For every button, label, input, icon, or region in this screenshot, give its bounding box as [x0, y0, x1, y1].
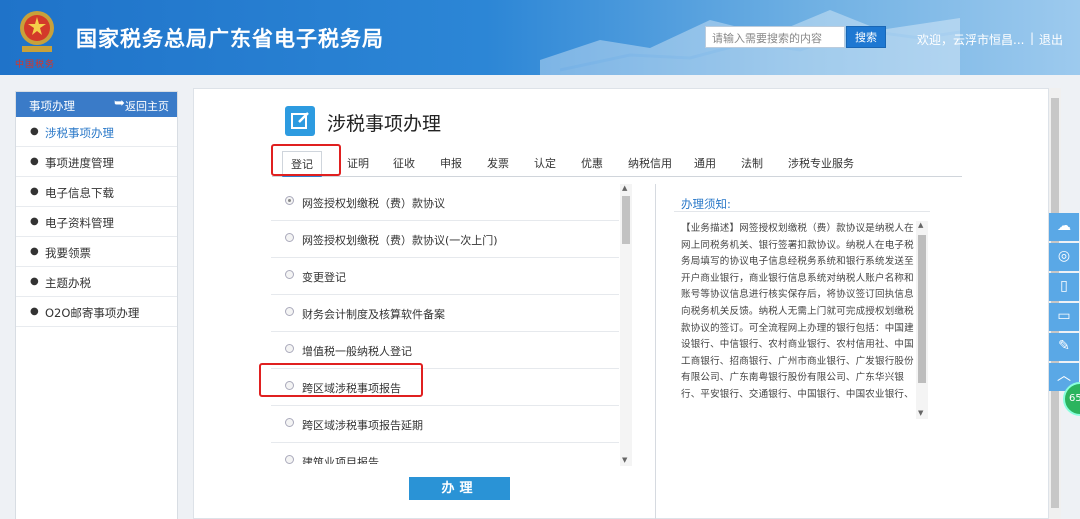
tab-collection[interactable]: 征收	[393, 155, 415, 171]
radio-button[interactable]	[285, 270, 294, 279]
bullet-icon: ●	[30, 126, 39, 137]
tab-declaration[interactable]: 申报	[440, 155, 462, 171]
list-item[interactable]: 跨区域涉税事项报告延期	[271, 406, 619, 443]
header-separator: |	[1030, 31, 1035, 45]
emblem-caption: 中国税务	[15, 60, 56, 70]
sidebar-item-label: 涉税事项办理	[45, 126, 114, 140]
highlight-tab-registration	[271, 144, 341, 176]
logout-link[interactable]: 退出	[1039, 31, 1063, 48]
list-item[interactable]: 财务会计制度及核算软件备案	[271, 295, 619, 332]
sidebar-item-label: 电子资料管理	[45, 216, 114, 230]
sidebar-item-documents[interactable]: ● 电子资料管理	[16, 207, 177, 237]
notice-text: 【业务描述】网签授权划缴税（费）款协议是纳税人在网上同税务机关、银行签署扣款协议…	[681, 223, 914, 400]
radio-button[interactable]	[285, 418, 294, 427]
feedback-icon[interactable]: ✎	[1049, 333, 1079, 361]
floating-toolbar: ☁ ◎ ▯ ▭ ✎ ︿	[1049, 213, 1079, 393]
highlight-cross-region-report	[259, 363, 423, 397]
scroll-thumb[interactable]	[622, 196, 630, 244]
wechat-icon[interactable]: ☁	[1049, 213, 1079, 241]
sidebar-item-label: O2O邮寄事项办理	[45, 306, 140, 320]
search-button[interactable]: 搜索	[846, 26, 886, 48]
submit-button[interactable]: 办理	[409, 477, 510, 500]
sidebar-item-label: 我要领票	[45, 246, 91, 260]
radio-button[interactable]	[285, 233, 294, 242]
tax-emblem-icon	[20, 11, 54, 52]
scroll-thumb[interactable]	[918, 235, 926, 383]
panel-divider	[655, 184, 656, 519]
back-arrow-icon[interactable]: ➥	[114, 96, 125, 111]
list-scrollbar[interactable]: ▲ ▼	[620, 184, 632, 466]
search-input[interactable]: 请输入需要搜索的内容	[705, 26, 845, 48]
radio-button[interactable]	[285, 307, 294, 316]
tab-professional-services[interactable]: 涉税专业服务	[788, 155, 854, 171]
radio-button[interactable]	[285, 196, 294, 205]
sidebar-item-label: 主题办税	[45, 276, 91, 290]
mobile-icon[interactable]: ▯	[1049, 273, 1079, 301]
scroll-down-icon[interactable]: ▼	[918, 409, 923, 417]
list-item-label: 网签授权划缴税（费）款协议	[302, 197, 445, 210]
list-item[interactable]: 网签授权划缴税（费）款协议	[271, 184, 619, 221]
tab-credit[interactable]: 纳税信用	[628, 155, 672, 171]
list-item-label: 网签授权划缴税（费）款协议(一次上门)	[302, 234, 498, 247]
tab-preferential[interactable]: 优惠	[581, 155, 603, 171]
sidebar-item-invoice[interactable]: ● 我要领票	[16, 237, 177, 267]
tab-certificate[interactable]: 证明	[347, 155, 369, 171]
category-tabs: 登记 证明 征收 申报 发票 认定 优惠 纳税信用 通用 法制 涉税专业服务	[272, 147, 962, 177]
tablet-icon[interactable]: ▭	[1049, 303, 1079, 331]
list-item-label: 建筑业项目报告	[302, 456, 379, 464]
tab-qualification[interactable]: 认定	[534, 155, 556, 171]
welcome-user[interactable]: 欢迎，云浮市恒昌...	[917, 31, 1024, 48]
sidebar-item-label: 事项进度管理	[45, 156, 114, 170]
matter-list: 网签授权划缴税（费）款协议 网签授权划缴税（费）款协议(一次上门) 变更登记 财…	[271, 184, 631, 464]
bullet-icon: ●	[30, 216, 39, 227]
radio-button[interactable]	[285, 455, 294, 464]
bullet-icon: ●	[30, 156, 39, 167]
scroll-down-icon[interactable]: ▼	[622, 456, 627, 464]
sidebar: 事项办理 ➥ 返回主页 ● 涉税事项办理 ● 事项进度管理 ● 电子信息下载 ● 电子资…	[15, 91, 178, 519]
weibo-icon[interactable]: ◎	[1049, 243, 1079, 271]
site-title: 国家税务总局广东省电子税务局	[76, 27, 384, 51]
sidebar-item-tax-matters[interactable]: ● 涉税事项办理	[16, 117, 177, 147]
sidebar-item-topic[interactable]: ● 主题办税	[16, 267, 177, 297]
back-home-link[interactable]: 返回主页	[125, 98, 169, 114]
sidebar-item-label: 电子信息下载	[45, 186, 114, 200]
list-item-label: 跨区域涉税事项报告延期	[302, 419, 423, 432]
bullet-icon: ●	[30, 306, 39, 317]
bullet-icon: ●	[30, 276, 39, 287]
header: 中国税务 国家税务总局广东省电子税务局 请输入需要搜索的内容 搜索 欢迎，云浮市…	[0, 0, 1080, 75]
list-item[interactable]: 变更登记	[271, 258, 619, 295]
notice-scrollbar[interactable]: ▲ ▼	[916, 221, 928, 419]
list-item[interactable]: 建筑业项目报告	[271, 443, 619, 464]
sidebar-item-o2o[interactable]: ● O2O邮寄事项办理	[16, 297, 177, 327]
list-item-label: 变更登记	[302, 271, 346, 284]
sidebar-item-progress[interactable]: ● 事项进度管理	[16, 147, 177, 177]
tab-general[interactable]: 通用	[694, 155, 716, 171]
list-item[interactable]: 网签授权划缴税（费）款协议(一次上门)	[271, 221, 619, 258]
scroll-up-icon[interactable]: ▲	[622, 184, 627, 192]
tab-legal[interactable]: 法制	[741, 155, 763, 171]
bullet-icon: ●	[30, 246, 39, 257]
sidebar-header: 事项办理 ➥ 返回主页	[16, 92, 177, 117]
page-title: 涉税事项办理	[327, 113, 442, 135]
notice-divider	[674, 211, 930, 212]
edit-icon	[285, 106, 315, 136]
list-item-label: 财务会计制度及核算软件备案	[302, 308, 445, 321]
list-item-label: 增值税一般纳税人登记	[302, 345, 412, 358]
sidebar-title: 事项办理	[29, 99, 75, 113]
sidebar-item-download[interactable]: ● 电子信息下载	[16, 177, 177, 207]
radio-button[interactable]	[285, 344, 294, 353]
notice-title: 办理须知:	[681, 197, 731, 211]
tab-invoice[interactable]: 发票	[487, 155, 509, 171]
scroll-up-icon[interactable]: ▲	[918, 221, 923, 229]
main-panel: 涉税事项办理 登记 证明 征收 申报 发票 认定 优惠 纳税信用 通用 法制 涉…	[193, 88, 1049, 519]
bullet-icon: ●	[30, 186, 39, 197]
